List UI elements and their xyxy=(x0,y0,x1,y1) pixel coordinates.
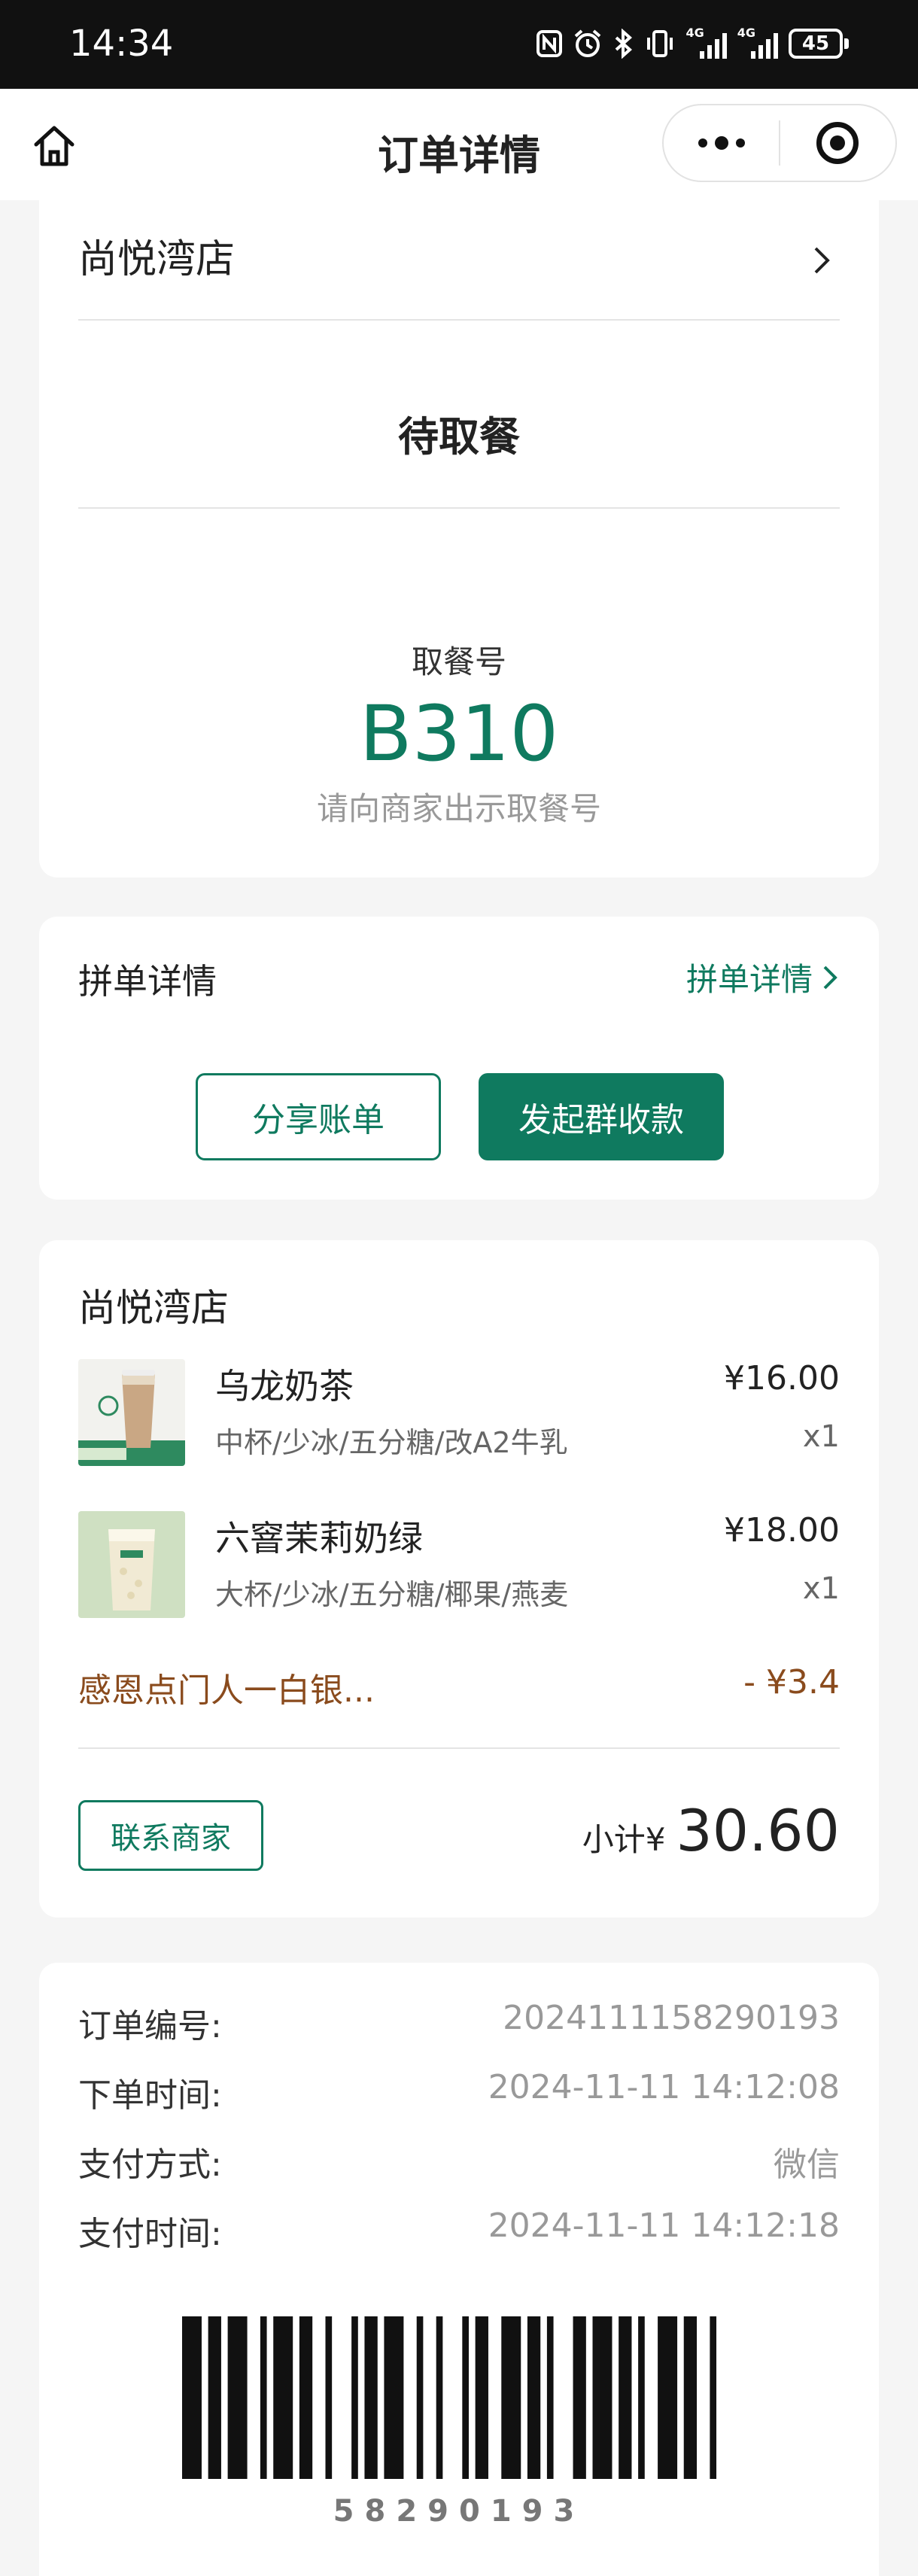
barcode xyxy=(182,2316,717,2479)
split-link-label: 拼单详情 xyxy=(685,961,813,998)
item-name: 乌龙奶茶 xyxy=(215,1366,354,1407)
store-row[interactable]: 尚悦湾店 xyxy=(78,227,840,303)
item-price: ¥16.00 xyxy=(724,1359,840,1397)
divider xyxy=(78,319,840,321)
order-info-card: 订单编号: 2024111158290193 下单时间: 2024-11-11 … xyxy=(39,1963,879,2576)
pickup-label: 取餐号 xyxy=(411,643,506,680)
divider xyxy=(78,507,840,509)
battery-icon: 45 xyxy=(789,29,849,59)
status-time: 14:34 xyxy=(69,23,174,65)
info-value: 2024-11-11 14:12:18 xyxy=(488,2206,840,2245)
alarm-icon xyxy=(573,26,603,62)
nfc-icon xyxy=(537,26,563,62)
info-value: 2024111158290193 xyxy=(503,1999,840,2037)
vibrate-icon xyxy=(645,26,675,62)
store-name: 尚悦湾店 xyxy=(78,237,236,282)
product-image xyxy=(78,1511,185,1618)
divider xyxy=(78,1747,840,1749)
split-detail-link[interactable]: 拼单详情 xyxy=(686,954,840,1000)
info-row-order-time: 下单时间: 2024-11-11 14:12:08 xyxy=(78,2068,840,2115)
item-name: 六窨茉莉奶绿 xyxy=(215,1518,423,1559)
pickup-card: 尚悦湾店 待取餐 取餐号 B310 请向商家出示取餐号 xyxy=(39,200,879,877)
pickup-number: B310 xyxy=(359,689,559,779)
bluetooth-icon xyxy=(613,26,634,62)
more-icon[interactable] xyxy=(664,105,779,181)
split-title: 拼单详情 xyxy=(78,961,217,1002)
order-store-name: 尚悦湾店 xyxy=(78,1286,229,1330)
info-row-payment-method: 支付方式: 微信 xyxy=(78,2137,840,2184)
item-quantity: x1 xyxy=(802,1571,840,1606)
list-item[interactable]: 六窨茉莉奶绿 大杯/少冰/五分糖/椰果/燕麦 ¥18.00 x1 xyxy=(78,1511,840,1624)
nav-bar: 订单详情 xyxy=(0,89,918,200)
info-row-payment-time: 支付时间: 2024-11-11 14:12:18 xyxy=(78,2206,840,2253)
item-options: 大杯/少冰/五分糖/椰果/燕麦 xyxy=(215,1578,569,1611)
subtotal-value: 30.60 xyxy=(676,1797,840,1864)
info-label: 订单编号: xyxy=(78,2007,222,2045)
mini-program-capsule xyxy=(662,104,897,182)
promo-value: - ¥3.4 xyxy=(743,1663,840,1702)
signal-icon: 4G xyxy=(737,26,778,62)
subtotal: 小计¥ 30.60 xyxy=(582,1797,840,1864)
info-label: 支付方式: xyxy=(78,2146,222,2184)
split-card: 拼单详情 拼单详情 分享账单 发起群收款 xyxy=(39,917,879,1200)
signal-icon: 4G xyxy=(685,26,727,62)
group-collect-button[interactable]: 发起群收款 xyxy=(479,1073,724,1160)
product-image xyxy=(78,1359,185,1466)
order-status: 待取餐 xyxy=(398,413,520,461)
order-items-card: 尚悦湾店 乌龙奶茶 中杯/少冰/五分糖/改A2牛乳 ¥16.00 x1 六窨茉莉… xyxy=(39,1240,879,1918)
info-row-order-id: 订单编号: 2024111158290193 xyxy=(78,1999,840,2045)
info-value: 2024-11-11 14:12:08 xyxy=(488,2068,840,2106)
subtotal-label: 小计¥ xyxy=(582,1821,666,1858)
battery-level: 45 xyxy=(789,29,843,59)
chevron-right-icon xyxy=(807,245,837,275)
status-bar: 14:34 4G 4G 45 xyxy=(0,0,918,89)
item-price: ¥18.00 xyxy=(724,1511,840,1550)
list-item[interactable]: 乌龙奶茶 中杯/少冰/五分糖/改A2牛乳 ¥16.00 x1 xyxy=(78,1359,840,1472)
target-icon[interactable] xyxy=(780,105,895,181)
contact-merchant-button[interactable]: 联系商家 xyxy=(78,1800,263,1871)
share-bill-button[interactable]: 分享账单 xyxy=(196,1073,441,1160)
info-label: 支付时间: xyxy=(78,2215,222,2253)
status-icons: 4G 4G 45 xyxy=(537,23,849,65)
pickup-hint: 请向商家出示取餐号 xyxy=(316,790,601,827)
info-label: 下单时间: xyxy=(78,2076,222,2115)
promo-name: 感恩点门人一白银... xyxy=(78,1671,375,1710)
item-quantity: x1 xyxy=(802,1419,840,1454)
barcode-number: 58290193 xyxy=(333,2494,585,2529)
info-value: 微信 xyxy=(774,2146,840,2184)
item-options: 中杯/少冰/五分糖/改A2牛乳 xyxy=(215,1426,568,1459)
chevron-right-icon xyxy=(823,966,837,989)
